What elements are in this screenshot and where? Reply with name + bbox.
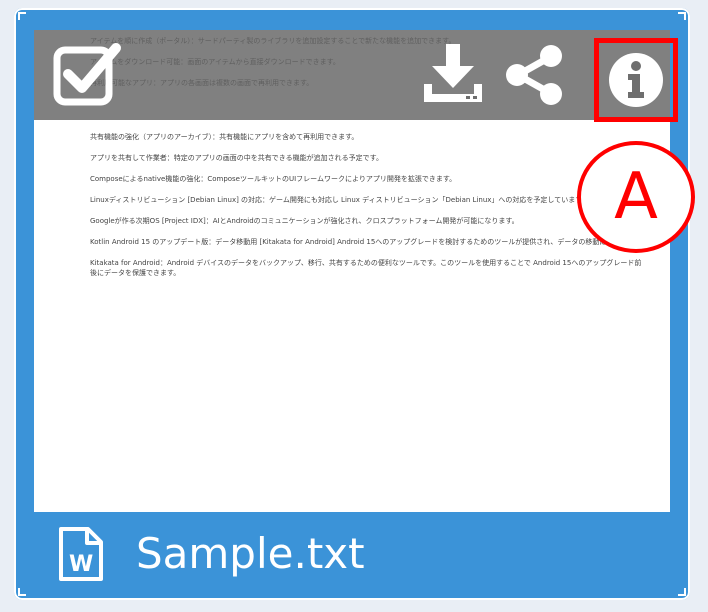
card-corner [678, 12, 686, 20]
preview-paragraph: Kitakata for Android：Android デバイスのデータをバッ… [90, 259, 642, 277]
preview-paragraph: Linuxディストリビューション [Debian Linux] の対応：ゲーム開… [90, 196, 589, 204]
file-name[interactable]: Sample.txt [136, 524, 365, 584]
file-card-footer: W Sample.txt [34, 512, 670, 600]
card-corner [678, 588, 686, 596]
download-button[interactable] [422, 42, 484, 108]
svg-text:W: W [69, 552, 93, 577]
preview-paragraph: 共有機能の強化（アプリのアーカイブ）：共有機能にアプリを含めて再利用できます。 [90, 133, 359, 141]
toolbar-underlay-text: アイテムを順に作成（ポータル）：サードパーティ製のライブラリを追加設定することで… [34, 30, 670, 120]
card-corner [18, 588, 26, 596]
card-corner [18, 12, 26, 20]
annotation-callout-a: A [577, 141, 695, 253]
download-icon [424, 44, 482, 102]
preview-paragraph: アプリを共有して作業者：特定のアプリの画面の中を共有できる機能が追加される予定で… [90, 154, 383, 162]
file-card[interactable]: 共有機能の強化（アプリのアーカイブ）：共有機能にアプリを含めて再利用できます。 … [14, 8, 695, 600]
preview-paragraph: Kotlin Android 15 のアップデート版：データ移動用 [Kitak… [90, 238, 648, 246]
select-checkbox-button[interactable] [52, 40, 126, 110]
checkbox-check-icon [53, 43, 121, 106]
share-icon [506, 45, 562, 105]
preview-paragraph: Composeによるnative機能の強化：ComposeツールキットのUIフレ… [90, 175, 457, 183]
preview-toolbar: アイテムを順に作成（ポータル）：サードパーティ製のライブラリを追加設定することで… [34, 30, 678, 122]
info-button[interactable] [594, 38, 678, 122]
share-button[interactable] [504, 44, 566, 106]
info-icon [609, 53, 663, 107]
preview-paragraph: Googleが作る次期OS [Project IDX]：AIとAndroidのコ… [90, 217, 519, 225]
word-document-icon: W [59, 527, 103, 581]
